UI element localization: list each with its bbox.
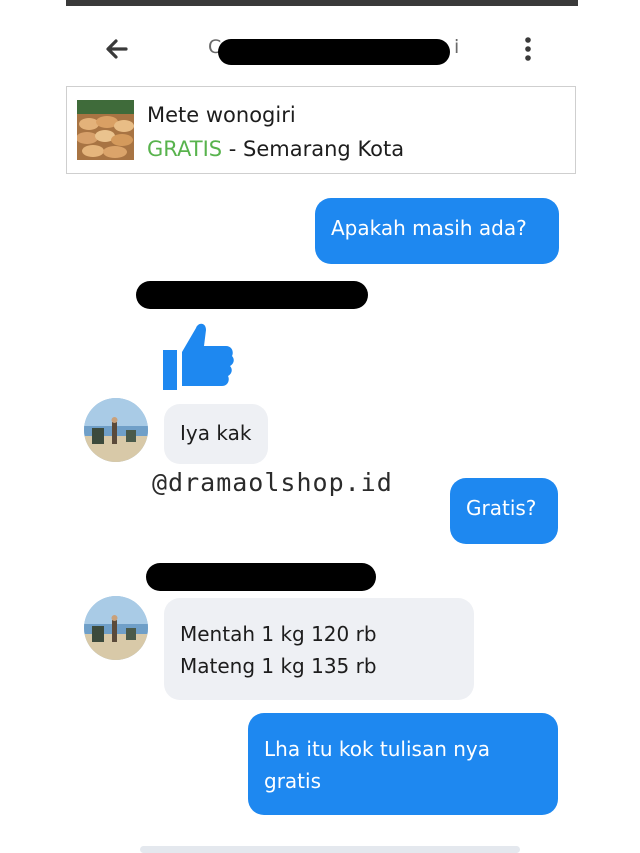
composer-edge	[140, 846, 520, 853]
watermark: @dramaolshop.id	[152, 468, 393, 497]
message-line: Mentah 1 kg 120 rb	[180, 622, 377, 646]
product-location: Semarang Kota	[243, 137, 405, 161]
avatar[interactable]	[84, 596, 148, 660]
vertical-dots-icon	[525, 37, 531, 61]
sender-name-redaction	[136, 281, 368, 309]
product-separator: -	[222, 137, 244, 161]
message-text: Apakah masih ada?	[331, 216, 527, 240]
product-thumbnail	[77, 100, 134, 160]
more-options-button[interactable]	[518, 32, 538, 66]
sender-name-redaction	[146, 563, 376, 591]
message-line: Lha itu kok tulisan nya	[264, 737, 491, 761]
message-line: Mateng 1 kg 135 rb	[180, 654, 377, 678]
message-incoming[interactable]: Mentah 1 kg 120 rb Mateng 1 kg 135 rb	[164, 598, 474, 700]
message-outgoing[interactable]: Lha itu kok tulisan nya gratis	[248, 713, 558, 815]
product-price-location: GRATIS - Semarang Kota	[147, 137, 404, 161]
message-text: Gratis?	[466, 496, 537, 520]
cashew-nuts-photo	[77, 100, 134, 160]
avatar[interactable]	[84, 398, 148, 462]
arrow-left-icon	[106, 39, 128, 59]
chat-header: C i	[66, 6, 578, 86]
thumbs-up-icon	[163, 323, 234, 390]
message-incoming[interactable]: Iya kak	[164, 404, 268, 464]
like-message[interactable]	[160, 318, 236, 392]
product-price: GRATIS	[147, 137, 223, 161]
beach-photo	[84, 398, 148, 462]
contact-name-end: i	[454, 36, 460, 58]
name-redaction	[218, 39, 450, 65]
chat-screen: C i Mete wonogiri GRATIS - Semarang Kota…	[0, 0, 640, 853]
beach-photo	[84, 596, 148, 660]
product-card[interactable]: Mete wonogiri GRATIS - Semarang Kota	[66, 86, 576, 174]
contact-name[interactable]: C i	[204, 32, 464, 66]
product-name: Mete wonogiri	[147, 103, 296, 127]
message-outgoing[interactable]: Apakah masih ada?	[315, 198, 559, 264]
message-text: Iya kak	[180, 421, 252, 445]
message-line: gratis	[264, 769, 321, 793]
message-outgoing[interactable]: Gratis?	[450, 478, 558, 544]
back-button[interactable]	[100, 32, 134, 66]
